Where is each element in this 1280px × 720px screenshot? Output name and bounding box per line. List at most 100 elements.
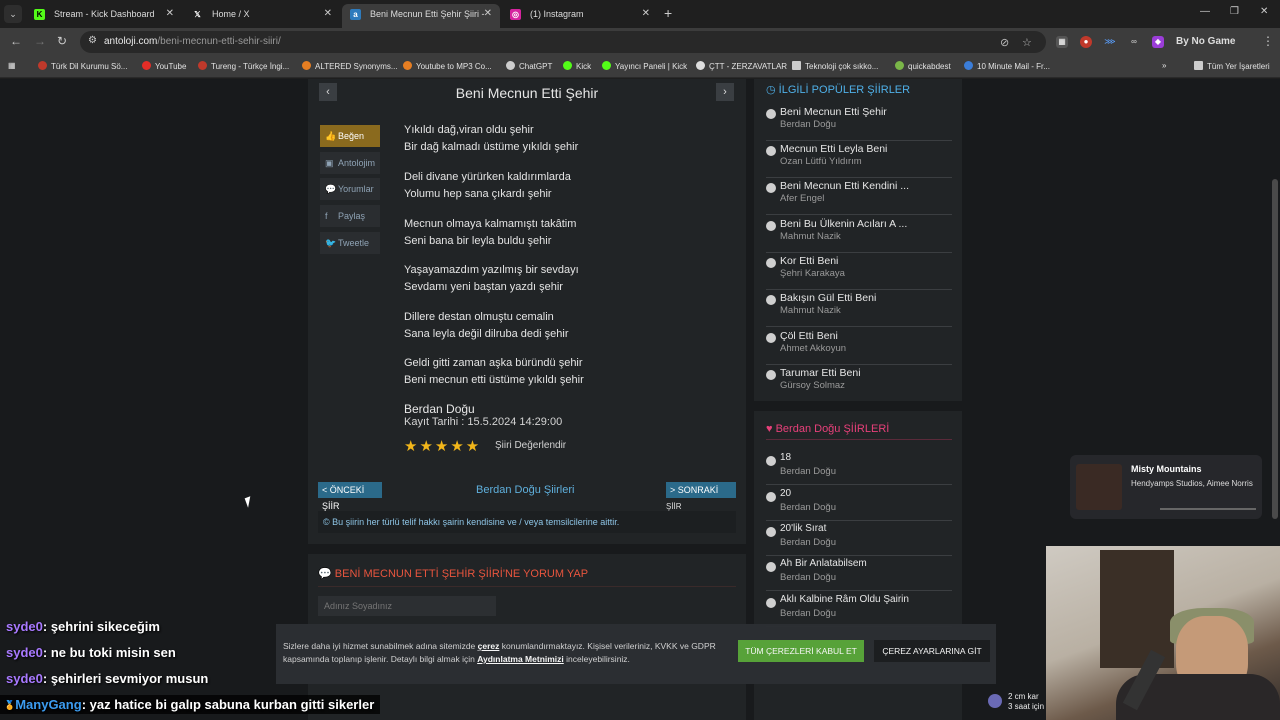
tab-x-home[interactable]: 𝕏 Home / X ✕ bbox=[184, 4, 340, 28]
bookmark-item[interactable]: ÇTT - ZERZAVATLAR bbox=[696, 61, 787, 71]
list-item[interactable]: Ah Bir Anlatabilsem Berdan Doğu bbox=[766, 556, 952, 591]
next-poem-button[interactable]: > SONRAKİ bbox=[666, 482, 736, 498]
browser-toolbar: ← → ↻ ⚙ antoloji.com/beni-mecnun-etti-se… bbox=[0, 28, 1280, 56]
list-item[interactable]: Mecnun Etti Leyla Beni Ozan Lütfü Yıldırı… bbox=[766, 141, 952, 178]
poem-link[interactable]: Beni Mecnun Etti Kendini ... bbox=[780, 180, 909, 192]
menu-dots-icon[interactable]: ⋮ bbox=[1262, 34, 1274, 48]
heart-icon: ♥ bbox=[766, 423, 776, 435]
poem-link[interactable]: Bakışın Gül Etti Beni bbox=[780, 292, 876, 304]
bookmark-item[interactable]: Youtube to MP3 Co... bbox=[403, 61, 492, 71]
bookmark-item[interactable]: quickabdest bbox=[895, 61, 951, 71]
bookmark-folder[interactable]: Teknoloji çok sıkko... bbox=[792, 61, 878, 71]
address-bar[interactable]: ⚙ antoloji.com/beni-mecnun-etti-sehir-si… bbox=[80, 31, 1046, 53]
list-item[interactable]: Tarumar Etti Beni Gürsoy Solmaz bbox=[766, 365, 952, 402]
list-item[interactable]: Kor Etti Beni Şehri Karakaya bbox=[766, 253, 952, 290]
share-button[interactable]: f Paylaş bbox=[320, 205, 380, 227]
weather-text: 2 cm kar 3 saat için bbox=[1008, 692, 1045, 711]
page-scrollbar[interactable] bbox=[1272, 179, 1278, 519]
poem-link[interactable]: Tarumar Etti Beni bbox=[780, 367, 861, 379]
window-close-icon[interactable]: ✕ bbox=[1260, 6, 1268, 17]
site-info-icon[interactable]: ⚙ bbox=[88, 35, 97, 46]
close-icon[interactable]: ✕ bbox=[642, 4, 650, 24]
now-playing-widget: Misty Mountains Hendyamps Studios, Aimee… bbox=[1070, 455, 1262, 519]
accept-all-cookies-button[interactable]: TÜM ÇEREZLERİ KABUL ET bbox=[738, 640, 864, 662]
list-item[interactable]: Beni Mecnun Etti Şehir Berdan Doğu bbox=[766, 104, 952, 141]
close-icon[interactable]: ✕ bbox=[166, 4, 174, 24]
previous-poem-button[interactable]: < ÖNCEKİ ŞİİR bbox=[318, 482, 382, 511]
tab-instagram[interactable]: ◎ (1) Instagram ✕ bbox=[502, 4, 658, 28]
poem-link[interactable]: Kor Etti Beni bbox=[780, 255, 838, 267]
prev-arrow-button[interactable]: ‹ bbox=[319, 83, 337, 101]
extension-icon[interactable]: ▦ bbox=[1056, 36, 1068, 48]
poem-link[interactable]: Beni Mecnun Etti Şehir bbox=[780, 106, 887, 118]
tweet-button[interactable]: 🐦 Tweetle bbox=[320, 232, 380, 254]
poem-link[interactable]: Aklı Kalbine Râm Oldu Şairin bbox=[780, 594, 909, 605]
next-arrow-button[interactable]: › bbox=[716, 83, 734, 101]
back-icon[interactable]: ← bbox=[10, 34, 22, 48]
list-item[interactable]: Beni Bu Ülkenin Acıları A ... Mahmut Nazi… bbox=[766, 216, 952, 253]
profile-label[interactable]: By No Game bbox=[1176, 36, 1235, 47]
forward-icon[interactable]: → bbox=[34, 34, 46, 48]
bookmark-item[interactable]: Yayıncı Paneli | Kick bbox=[602, 61, 687, 71]
poem-link[interactable]: 20'lik Sırat bbox=[780, 523, 826, 534]
close-icon[interactable]: ✕ bbox=[484, 4, 492, 24]
tab-kick-dashboard[interactable]: K Stream - Kick Dashboard ✕ bbox=[26, 4, 182, 28]
tab-title: (1) Instagram bbox=[530, 9, 584, 19]
name-field[interactable] bbox=[318, 596, 496, 616]
poem-card: ‹ Beni Mecnun Etti Şehir › 👍 Beğen ▣ Antol… bbox=[308, 79, 746, 544]
reload-icon[interactable]: ↻ bbox=[57, 34, 67, 48]
poem-link[interactable]: 20 bbox=[780, 488, 791, 499]
chat-badge-icon: 🏅 bbox=[4, 700, 16, 710]
extension-icon[interactable]: ⋙ bbox=[1104, 36, 1116, 48]
comments-button[interactable]: 💬 Yorumlar bbox=[320, 178, 380, 200]
bookmark-item[interactable]: ALTERED Synonyms... bbox=[302, 61, 398, 71]
list-item[interactable]: 18 Berdan Doğu bbox=[766, 450, 952, 485]
all-bookmarks-folder[interactable]: Tüm Yer İşaretleri bbox=[1194, 61, 1270, 71]
bullet-icon bbox=[766, 183, 776, 193]
poem-link[interactable]: 18 bbox=[780, 452, 791, 463]
track-progress-bar bbox=[1160, 508, 1256, 510]
bookmark-item[interactable]: Kick bbox=[563, 61, 591, 71]
list-item[interactable]: Beni Mecnun Etti Kendini ... Afer Engel bbox=[766, 178, 952, 215]
bookmark-item[interactable]: Türk Dil Kurumu Sö... bbox=[38, 61, 127, 71]
extension-icon[interactable]: ● bbox=[1080, 36, 1092, 48]
list-item[interactable]: Aklı Kalbine Râm Oldu Şairin Berdan Doğu bbox=[766, 592, 952, 627]
new-tab-button[interactable]: + bbox=[664, 5, 672, 21]
extension-icon[interactable]: ◆ bbox=[1152, 36, 1164, 48]
minimize-icon[interactable]: — bbox=[1200, 6, 1210, 17]
rating-stars[interactable]: ★★★★★ bbox=[404, 437, 481, 455]
author-poems-link[interactable]: Berdan Doğu Şiirleri bbox=[476, 484, 574, 496]
chat-message: 🏅 ManyGang: yaz hatice bi galıp sabuna k… bbox=[0, 695, 381, 714]
bookmark-item[interactable]: 10 Minute Mail - Fr... bbox=[964, 61, 1050, 71]
url-text: antoloji.com/beni-mecnun-etti-sehir-siir… bbox=[104, 36, 281, 47]
list-item[interactable]: Bakışın Gül Etti Beni Mahmut Nazik bbox=[766, 290, 952, 327]
apps-icon[interactable]: ▦ bbox=[8, 61, 16, 70]
restore-icon[interactable]: ❐ bbox=[1230, 6, 1239, 17]
tab-search-button[interactable]: ⌄ bbox=[4, 5, 22, 23]
like-button[interactable]: 👍 Beğen bbox=[320, 125, 380, 147]
poem-link[interactable]: Ah Bir Anlatabilsem bbox=[780, 558, 867, 569]
bookmark-item[interactable]: YouTube bbox=[142, 61, 186, 71]
poem-author[interactable]: Berdan Doğu bbox=[404, 402, 475, 416]
extension-icon[interactable]: ∞ bbox=[1128, 36, 1140, 48]
poem-link[interactable]: Beni Bu Ülkenin Acıları A ... bbox=[780, 218, 907, 230]
bookmark-item[interactable]: Tureng - Türkçe İngi... bbox=[198, 61, 289, 71]
tab-antoloji[interactable]: a Beni Mecnun Etti Şehir Şiiri - B... ✕ bbox=[342, 4, 500, 39]
close-icon[interactable]: ✕ bbox=[324, 4, 332, 24]
bookmark-star-icon[interactable]: ☆ bbox=[1022, 36, 1032, 49]
list-item[interactable]: 20 Berdan Doğu bbox=[766, 486, 952, 521]
instagram-icon: ◎ bbox=[510, 9, 521, 20]
snow-icon bbox=[988, 694, 1002, 708]
bullet-icon bbox=[766, 456, 776, 466]
stream-chat-overlay: syde0: şehrini sikeceğim syde0: ne bu to… bbox=[0, 615, 540, 720]
bookmark-item[interactable]: ChatGPT bbox=[506, 61, 552, 71]
cookie-settings-button[interactable]: ÇEREZ AYARLARINA GİT bbox=[874, 640, 990, 662]
anthology-button[interactable]: ▣ Antolojim bbox=[320, 152, 380, 174]
poem-link[interactable]: Mecnun Etti Leyla Beni bbox=[780, 143, 887, 155]
poem-link[interactable]: Çöl Etti Beni bbox=[780, 330, 838, 342]
list-item[interactable]: Çöl Etti Beni Ahmet Akkoyun bbox=[766, 328, 952, 365]
mouse-cursor-icon bbox=[244, 494, 260, 508]
list-item[interactable]: 20'lik Sırat Berdan Doğu bbox=[766, 521, 952, 556]
tracking-icon[interactable]: ⊘ bbox=[1000, 36, 1009, 49]
more-bookmarks-icon[interactable]: » bbox=[1162, 61, 1166, 70]
